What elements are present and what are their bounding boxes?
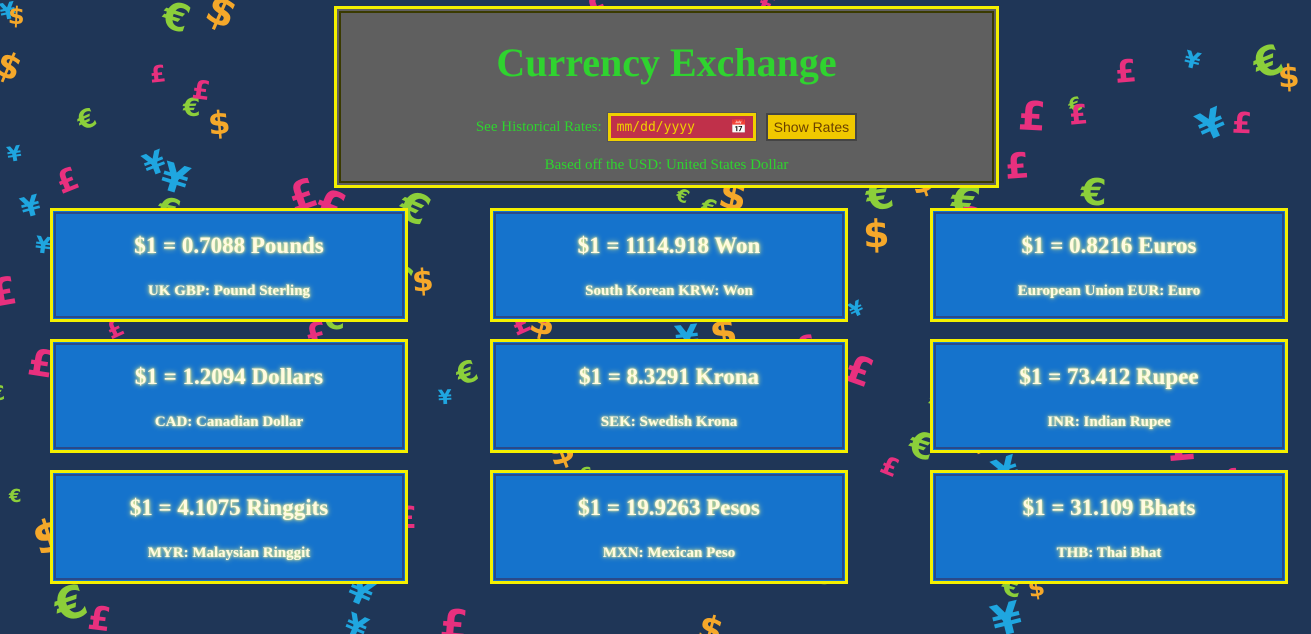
rate-card-mxn: $1 = 19.9263 Pesos MXN: Mexican Peso — [490, 470, 848, 584]
currency-symbol-icon: £ — [0, 268, 21, 316]
rate-value: $1 = 31.109 Bhats — [1022, 495, 1196, 520]
show-rates-button[interactable]: Show Rates — [765, 113, 858, 141]
rate-card-cad: $1 = 1.2094 Dollars CAD: Canadian Dollar — [50, 339, 408, 453]
currency-symbol-icon: € — [1245, 34, 1291, 90]
currency-name: European Union EUR: Euro — [1017, 283, 1201, 299]
currency-name: MYR: Malaysian Ringgit — [147, 545, 311, 561]
currency-symbol-icon: € — [47, 573, 95, 634]
currency-symbol-icon: € — [72, 102, 102, 138]
currency-symbol-icon: € — [156, 0, 196, 43]
currency-symbol-icon: £ — [876, 449, 904, 484]
rate-value: $1 = 0.8216 Euros — [1021, 233, 1197, 258]
currency-symbol-icon: ¥ — [844, 295, 868, 323]
currency-name: SEK: Swedish Krona — [600, 414, 738, 430]
rate-card-thb: $1 = 31.109 Bhats THB: Thai Bhat — [930, 470, 1288, 584]
rate-value: $1 = 73.412 Rupee — [1019, 364, 1199, 389]
currency-symbol-icon: £ — [1003, 146, 1031, 188]
currency-symbol-icon: € — [0, 380, 6, 406]
rate-value: $1 = 1114.918 Won — [577, 233, 761, 258]
currency-name: UK GBP: Pound Sterling — [147, 283, 311, 299]
rate-value: $1 = 8.3291 Krona — [578, 364, 760, 389]
currency-symbol-icon: ¥ — [16, 188, 45, 225]
currency-symbol-icon: ¥ — [1181, 46, 1204, 76]
currency-symbol-icon: ¥ — [339, 606, 373, 634]
currency-symbol-icon: € — [1080, 170, 1108, 215]
currency-symbol-icon: £ — [1231, 105, 1253, 141]
header-panel: Currency Exchange See Historical Rates: … — [334, 6, 999, 188]
currency-name: CAD: Canadian Dollar — [154, 414, 304, 430]
currency-symbol-icon: $ — [693, 607, 728, 634]
currency-name: THB: Thai Bhat — [1056, 545, 1162, 561]
date-input[interactable]: mm/dd/yyyy 📅 — [606, 112, 757, 142]
currency-symbol-icon: £ — [1067, 99, 1090, 132]
date-placeholder: mm/dd/yyyy — [616, 119, 695, 135]
currency-symbol-icon: £ — [85, 597, 114, 634]
rate-card-sek: $1 = 8.3291 Krona SEK: Swedish Krona — [490, 339, 848, 453]
rate-value: $1 = 0.7088 Pounds — [134, 233, 324, 258]
currency-symbol-icon: € — [451, 353, 484, 394]
rate-card-inr: $1 = 73.412 Rupee INR: Indian Rupee — [930, 339, 1288, 453]
currency-symbol-icon: € — [8, 485, 22, 508]
currency-symbol-icon: $ — [206, 103, 232, 143]
currency-symbol-icon: £ — [1113, 53, 1139, 91]
currency-symbol-icon: $ — [198, 0, 245, 39]
rate-card-eur: $1 = 0.8216 Euros European Union EUR: Eu… — [930, 208, 1288, 322]
rate-card-myr: $1 = 4.1075 Ringgits MYR: Malaysian Ring… — [50, 470, 408, 584]
currency-symbol-icon: € — [672, 184, 693, 209]
rate-value: $1 = 19.9263 Pesos — [578, 495, 760, 520]
currency-symbol-icon: $ — [862, 211, 891, 257]
currency-symbol-icon: ¥ — [5, 141, 24, 168]
page-title: Currency Exchange — [496, 40, 837, 85]
currency-symbol-icon: £ — [50, 160, 85, 202]
rate-value: $1 = 1.2094 Dollars — [134, 364, 324, 389]
currency-symbol-icon: ¥ — [437, 384, 453, 410]
currency-name: MXN: Mexican Peso — [602, 545, 736, 561]
currency-symbol-icon: £ — [190, 75, 212, 107]
currency-symbol-icon: ¥ — [1190, 99, 1234, 152]
currency-symbol-icon: $ — [7, 1, 26, 31]
currency-symbol-icon: £ — [438, 600, 470, 634]
currency-name: INR: Indian Rupee — [1047, 414, 1171, 430]
currency-name: South Korean KRW: Won — [585, 283, 753, 299]
currency-symbol-icon: £ — [148, 61, 168, 89]
rate-value: $1 = 4.1075 Ringgits — [129, 495, 329, 520]
calendar-icon[interactable]: 📅 — [730, 120, 746, 135]
rate-card-krw: $1 = 1114.918 Won South Korean KRW: Won — [490, 208, 848, 322]
base-currency-note: Based off the USD: United States Dollar — [544, 157, 789, 173]
currency-symbol-icon: ¥ — [138, 143, 172, 185]
historical-rates-label: See Historical Rates: — [475, 118, 602, 135]
rate-card-gbp: $1 = 0.7088 Pounds UK GBP: Pound Sterlin… — [50, 208, 408, 322]
currency-symbol-icon: $ — [0, 43, 28, 91]
historical-rates-row: See Historical Rates: mm/dd/yyyy 📅 Show … — [337, 112, 996, 142]
currency-symbol-icon: £ — [1016, 93, 1048, 141]
